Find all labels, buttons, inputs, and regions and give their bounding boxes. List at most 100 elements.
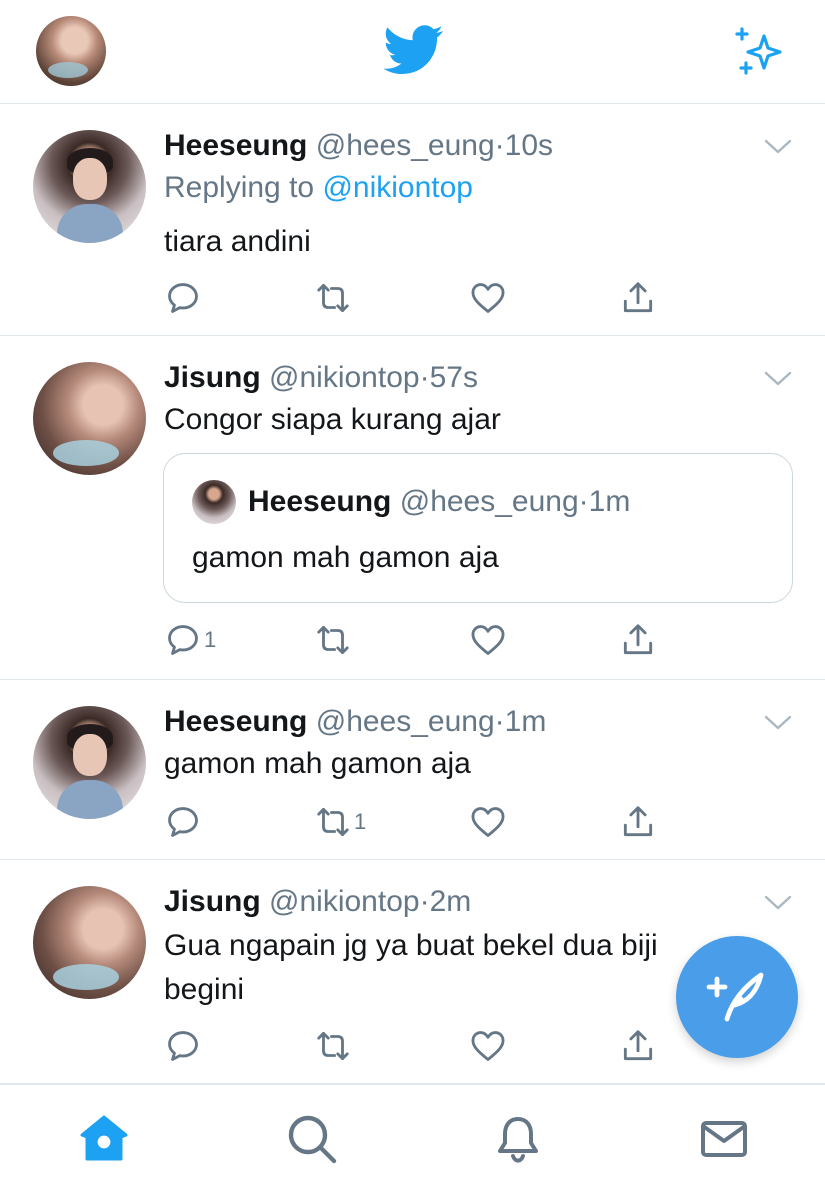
replying-to: Replying to @nikiontop xyxy=(164,170,473,206)
avatar[interactable] xyxy=(33,886,146,999)
reply-button[interactable]: 1 xyxy=(164,620,216,660)
retweet-icon xyxy=(317,1031,349,1061)
tweet[interactable]: Heeseung @hees_eung·1m gamon mah gamon a… xyxy=(0,680,825,860)
notifications-icon xyxy=(498,1117,538,1163)
retweet-icon xyxy=(317,283,349,313)
like-button[interactable] xyxy=(469,802,509,842)
timestamp[interactable]: 2m xyxy=(430,885,472,918)
tab-search[interactable] xyxy=(286,1113,338,1165)
reply-icon xyxy=(168,625,198,655)
reply-count: 1 xyxy=(204,627,217,652)
reply-button[interactable] xyxy=(164,1026,204,1066)
tweet-text: Congor siapa kurang ajar xyxy=(164,403,501,436)
search-icon xyxy=(288,1115,337,1164)
avatar-glow xyxy=(53,440,119,466)
avatar[interactable] xyxy=(33,706,146,819)
reply-button[interactable] xyxy=(164,278,204,318)
avatar[interactable] xyxy=(33,130,146,243)
separator: · xyxy=(419,361,430,394)
avatar-shirt xyxy=(57,780,123,819)
like-button[interactable] xyxy=(469,278,509,318)
share-icon xyxy=(623,624,653,655)
separator: · xyxy=(419,885,430,918)
quoted-header: Heeseung @hees_eung·1m xyxy=(248,484,630,520)
display-name[interactable]: Heeseung xyxy=(164,705,307,738)
quoted-handle: @hees_eung xyxy=(399,485,579,518)
handle[interactable]: @hees_eung xyxy=(316,129,495,162)
avatar-shirt xyxy=(57,204,123,243)
heart-icon xyxy=(471,283,505,313)
chevron-down-icon[interactable] xyxy=(764,714,792,732)
tweet-text: gamon mah gamon aja xyxy=(164,747,471,780)
share-icon xyxy=(623,282,653,313)
display-name[interactable]: Jisung xyxy=(164,361,261,394)
retweet-button[interactable] xyxy=(314,1026,354,1066)
tab-notifications[interactable] xyxy=(492,1113,544,1165)
heart-icon xyxy=(471,1031,505,1061)
retweet-count: 1 xyxy=(354,809,367,834)
reply-icon xyxy=(168,283,198,313)
retweet-button[interactable] xyxy=(314,278,354,318)
separator: · xyxy=(494,129,505,162)
display-name[interactable]: Jisung xyxy=(164,885,261,918)
avatar[interactable] xyxy=(33,362,146,475)
handle[interactable]: @nikiontop xyxy=(269,361,420,394)
twitter-bird-icon xyxy=(384,25,443,74)
top-bar xyxy=(0,0,825,104)
tweet[interactable]: Jisung @nikiontop·57s Congor siapa kuran… xyxy=(0,336,825,680)
chevron-down-icon[interactable] xyxy=(764,370,792,388)
retweet-button[interactable] xyxy=(314,620,354,660)
quoted-avatar xyxy=(192,480,236,524)
reply-icon xyxy=(168,807,198,837)
share-button[interactable] xyxy=(619,620,657,660)
avatar-face xyxy=(73,158,107,200)
bottom-tab-bar xyxy=(0,1084,825,1200)
messages-icon xyxy=(701,1121,747,1157)
tweet-header: Heeseung @hees_eung·1m xyxy=(164,704,546,740)
handle[interactable]: @nikiontop xyxy=(269,885,420,918)
tweet-text: Gua ngapain jg ya buat bekel dua biji be… xyxy=(164,929,658,1006)
share-button[interactable] xyxy=(619,802,657,842)
heart-icon xyxy=(471,625,505,655)
retweet-button[interactable]: 1 xyxy=(314,802,366,842)
reply-icon xyxy=(168,1031,198,1061)
profile-avatar[interactable] xyxy=(36,16,106,86)
quoted-text: gamon mah gamon aja xyxy=(192,541,499,574)
avatar-glow xyxy=(48,62,88,78)
share-button[interactable] xyxy=(619,278,657,318)
home-icon xyxy=(80,1115,128,1161)
tab-home[interactable] xyxy=(78,1113,130,1165)
compose-tweet-icon xyxy=(706,972,764,1022)
heart-icon xyxy=(471,807,505,837)
tweet-header: Jisung @nikiontop·2m xyxy=(164,884,471,920)
retweet-icon xyxy=(317,625,349,655)
quoted-tweet[interactable]: Heeseung @hees_eung·1m gamon mah gamon a… xyxy=(163,453,793,603)
chevron-down-icon[interactable] xyxy=(764,894,792,912)
tab-messages[interactable] xyxy=(698,1113,750,1165)
quoted-timestamp: 1m xyxy=(588,485,631,518)
timestamp[interactable]: 57s xyxy=(430,361,478,394)
display-name[interactable]: Heeseung xyxy=(164,129,307,162)
replying-to-label: Replying to xyxy=(164,171,323,204)
handle[interactable]: @hees_eung xyxy=(316,705,495,738)
like-button[interactable] xyxy=(469,620,509,660)
tweet-actions: 1 xyxy=(164,802,664,842)
sparkle-icon[interactable] xyxy=(734,26,786,78)
timestamp[interactable]: 10s xyxy=(505,129,553,162)
chevron-down-icon[interactable] xyxy=(764,138,792,156)
reply-button[interactable] xyxy=(164,802,204,842)
quoted-display-name: Heeseung xyxy=(248,485,392,518)
retweet-icon xyxy=(317,807,349,837)
timestamp[interactable]: 1m xyxy=(505,705,547,738)
avatar-face xyxy=(73,734,107,776)
tweet-actions xyxy=(164,1026,664,1066)
compose-tweet-button[interactable] xyxy=(676,936,798,1058)
share-icon xyxy=(623,1030,653,1061)
like-button[interactable] xyxy=(469,1026,509,1066)
mention-link[interactable]: @nikiontop xyxy=(322,171,473,204)
tweet[interactable]: Heeseung @hees_eung·10s Replying to @nik… xyxy=(0,104,825,336)
separator: · xyxy=(578,485,589,518)
tweet-header: Heeseung @hees_eung·10s xyxy=(164,128,553,164)
share-button[interactable] xyxy=(619,1026,657,1066)
separator: · xyxy=(494,705,505,738)
